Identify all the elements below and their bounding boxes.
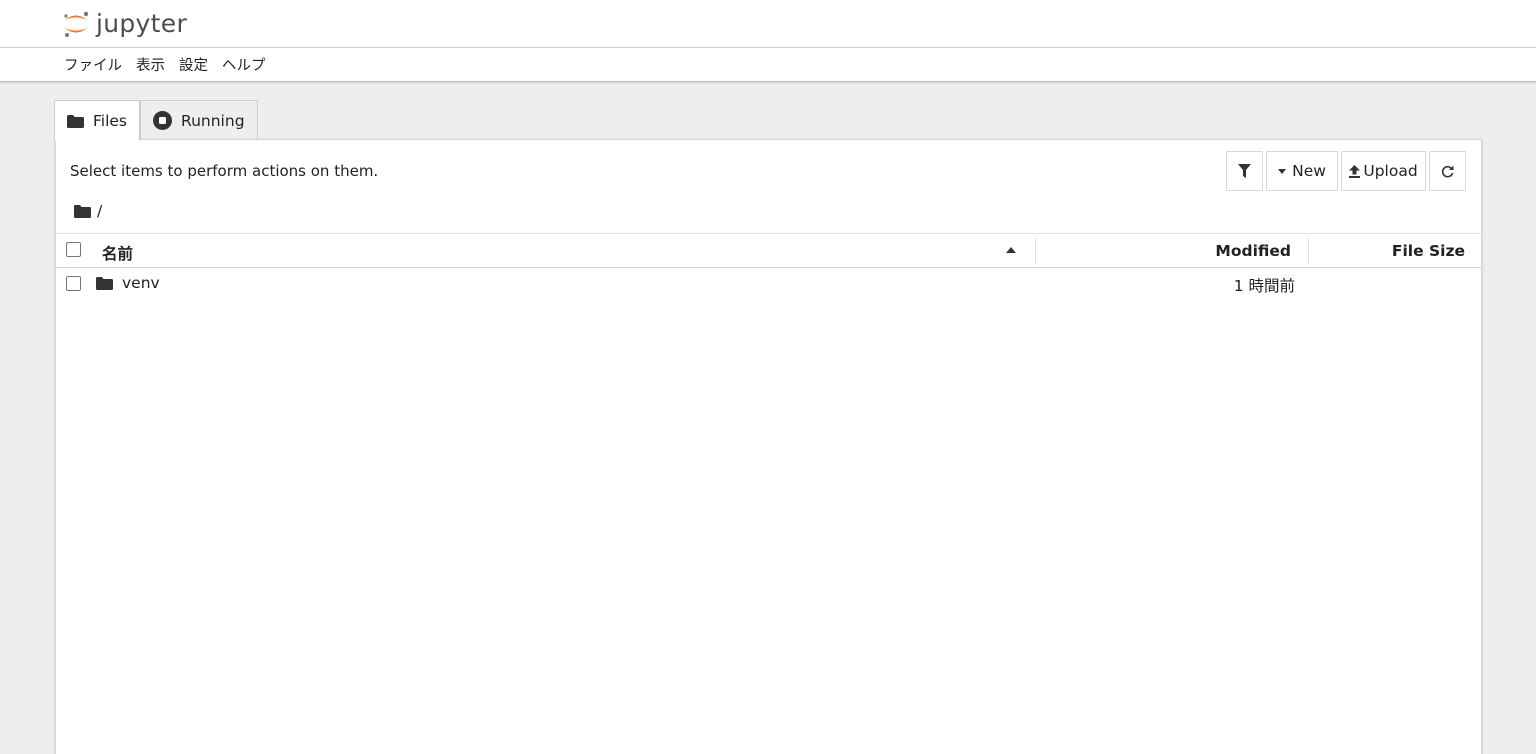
file-list-header: 名前 Modified File Size	[56, 233, 1481, 268]
file-browser-panel: Select items to perform actions on them.…	[55, 139, 1482, 754]
menu-file[interactable]: ファイル	[64, 54, 122, 75]
tab-files[interactable]: Files	[54, 100, 141, 141]
caret-down-icon	[1278, 168, 1287, 174]
row-name-label: venv	[122, 274, 160, 292]
tab-bar: Files Running	[54, 100, 258, 141]
filter-icon	[1238, 164, 1251, 178]
refresh-button[interactable]	[1429, 151, 1466, 191]
logo-wordmark: jupyter	[96, 8, 188, 38]
jupyter-logo[interactable]: jupyter	[62, 5, 187, 41]
menu-settings[interactable]: 設定	[179, 54, 208, 75]
menubar: ファイル 表示 設定 ヘルプ	[0, 48, 1536, 82]
breadcrumb: /	[74, 202, 102, 220]
row-checkbox[interactable]	[66, 276, 81, 291]
menu-help[interactable]: ヘルプ	[222, 54, 266, 75]
breadcrumb-path[interactable]: /	[97, 202, 102, 220]
folder-icon	[96, 276, 113, 290]
select-all-checkbox[interactable]	[66, 242, 81, 257]
refresh-icon	[1441, 165, 1454, 178]
column-header-file-size[interactable]: File Size	[1392, 242, 1465, 260]
column-header-name[interactable]: 名前	[102, 242, 133, 264]
home-folder-icon[interactable]	[74, 204, 91, 218]
upload-icon	[1349, 164, 1361, 178]
menu-view[interactable]: 表示	[136, 54, 165, 75]
row-modified: 1 時間前	[1233, 277, 1295, 295]
column-header-modified[interactable]: Modified	[1215, 242, 1291, 260]
tab-files-label: Files	[93, 112, 128, 130]
row-name-cell[interactable]: venv	[96, 274, 160, 292]
upload-button[interactable]: Upload	[1341, 151, 1426, 191]
column-divider	[1035, 238, 1036, 265]
selection-hint: Select items to perform actions on them.	[70, 162, 379, 180]
file-toolbar: New Upload	[1226, 151, 1466, 191]
top-header: jupyter	[0, 0, 1536, 48]
upload-button-label: Upload	[1363, 162, 1418, 180]
new-button[interactable]: New	[1266, 151, 1338, 191]
stop-circle-icon	[153, 111, 173, 130]
folder-icon	[67, 114, 84, 128]
tab-running-label: Running	[181, 111, 245, 130]
jupyter-logo-icon	[64, 11, 89, 37]
filter-button[interactable]	[1226, 151, 1263, 191]
sort-ascending-icon	[1006, 247, 1016, 253]
column-divider	[1308, 238, 1309, 265]
table-row[interactable]: venv 1 時間前	[56, 268, 1481, 300]
tab-running[interactable]: Running	[140, 100, 258, 140]
new-button-label: New	[1292, 162, 1326, 180]
